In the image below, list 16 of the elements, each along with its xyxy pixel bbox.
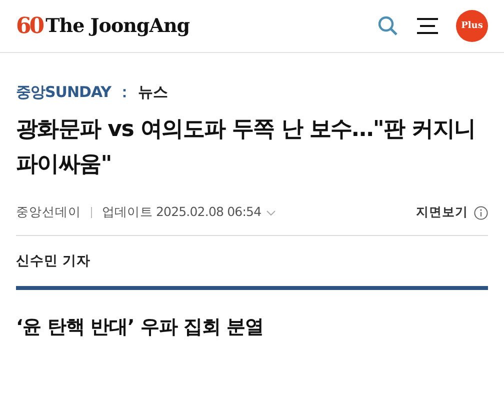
logo-text: The JoongAng <box>46 15 190 37</box>
menu-button[interactable] <box>417 18 438 34</box>
category-label[interactable]: 뉴스 <box>138 83 168 102</box>
article-title: 광화문파 vs 여의도파 두쪽 난 보수…"판 커지니 파이싸움" <box>16 116 476 179</box>
plus-button[interactable]: Plus <box>456 10 488 42</box>
reporter-name[interactable]: 신수민 기자 <box>16 252 488 270</box>
logo-mark: 60 <box>16 13 43 39</box>
print-view-link[interactable]: 지면보기 <box>416 204 468 221</box>
updated-time: 업데이트 2025.02.08 06:54 <box>102 204 262 221</box>
site-logo[interactable]: 60The JoongAng <box>16 13 359 39</box>
search-button[interactable] <box>377 15 399 37</box>
info-icon[interactable] <box>474 206 488 220</box>
section-label[interactable]: 중앙SUNDAY <box>16 83 112 102</box>
article-subtitle: ‘윤 탄핵 반대’ 우파 집회 분열 <box>16 315 265 340</box>
section-separator: ： <box>117 83 132 102</box>
source-label: 중앙선데이 <box>16 204 81 221</box>
